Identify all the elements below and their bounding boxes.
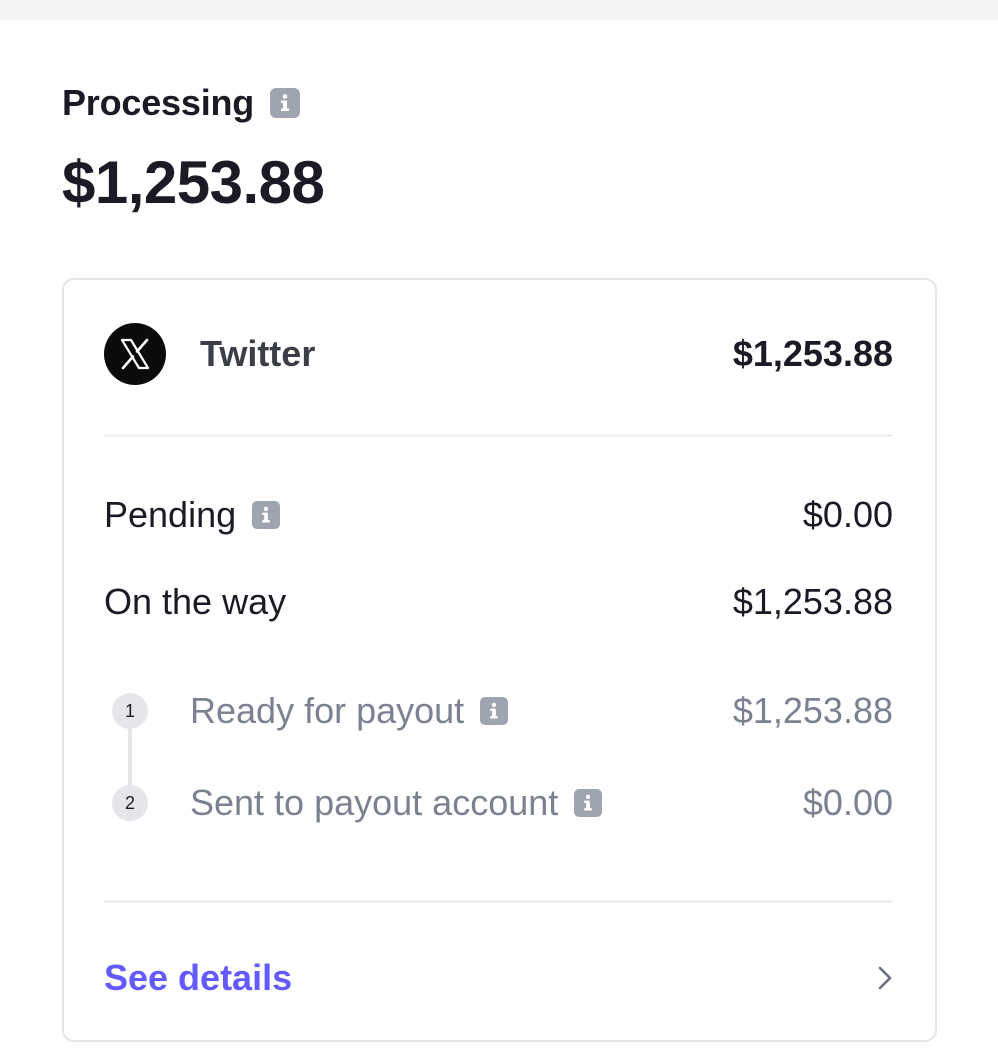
balance-header: Processing	[62, 82, 301, 124]
source-name: Twitter	[200, 333, 316, 374]
processing-label: Processing	[62, 82, 255, 123]
chevron-right-icon[interactable]	[877, 965, 893, 991]
info-icon[interactable]	[252, 501, 281, 529]
step-number: 1	[112, 693, 148, 729]
see-details-link[interactable]: See details	[104, 957, 292, 999]
pending-value: $0.00	[802, 494, 893, 535]
pending-row: Pending $0.00	[104, 490, 893, 540]
step-value: $1,253.88	[732, 690, 893, 731]
info-icon[interactable]	[480, 697, 509, 725]
source-amount: $1,253.88	[732, 333, 893, 374]
on-the-way-row: On the way $1,253.88	[104, 577, 893, 627]
divider	[104, 900, 893, 903]
on-the-way-label: On the way	[104, 581, 287, 622]
step-number: 2	[112, 785, 148, 821]
pending-label: Pending	[104, 494, 237, 535]
source-row: Twitter $1,253.88	[104, 323, 893, 385]
on-the-way-value: $1,253.88	[732, 581, 893, 622]
x-logo-icon	[104, 323, 166, 385]
see-details-row[interactable]: See details	[104, 950, 893, 1006]
step-label: Ready for payout	[190, 690, 465, 731]
divider	[104, 434, 893, 437]
info-icon[interactable]	[574, 789, 603, 817]
step-ready-for-payout: 1 Ready for payout $1,253.88	[112, 683, 893, 739]
step-sent-to-payout-account: 2 Sent to payout account $0.00	[112, 775, 893, 831]
step-value: $0.00	[802, 782, 893, 823]
top-band	[0, 0, 998, 20]
payout-breakdown-card: Twitter $1,253.88 Pending $0.00 On the w…	[62, 278, 937, 1042]
processing-total: $1,253.88	[62, 149, 325, 216]
info-icon[interactable]	[270, 88, 301, 118]
step-label: Sent to payout account	[190, 782, 559, 823]
